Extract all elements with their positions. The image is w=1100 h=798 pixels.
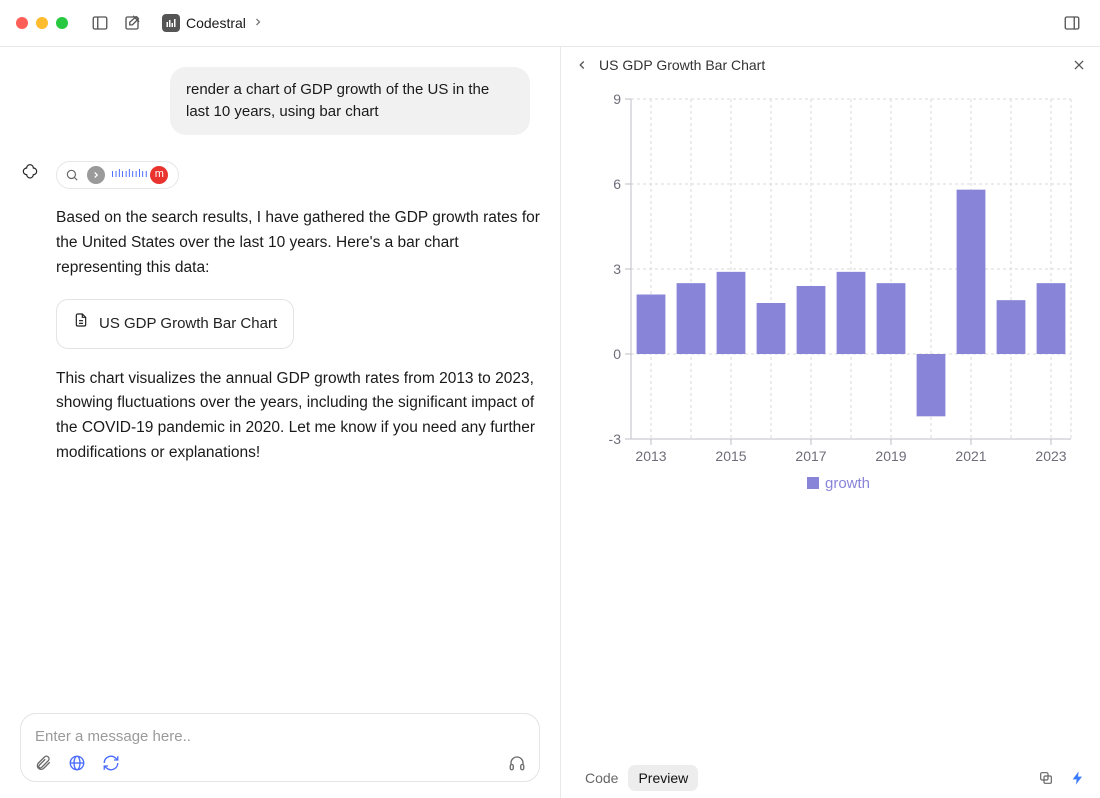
tool-letters: ıılıılıılıı bbox=[111, 166, 148, 184]
viewer-header: US GDP Growth Bar Chart bbox=[561, 47, 1100, 83]
composer bbox=[20, 713, 540, 782]
panel-toggle-icon[interactable] bbox=[1060, 11, 1084, 35]
tool-chip-row: ıılıılıılıı m bbox=[56, 161, 540, 191]
assistant-content: ıılıılıılıı m Based on the search result… bbox=[56, 161, 540, 484]
chat-pane: render a chart of GDP growth of the US i… bbox=[0, 47, 560, 798]
user-message: render a chart of GDP growth of the US i… bbox=[170, 67, 530, 135]
tab-preview[interactable]: Preview bbox=[628, 765, 698, 791]
globe-icon[interactable] bbox=[67, 753, 87, 773]
new-chat-icon[interactable] bbox=[120, 11, 144, 35]
viewer-title: US GDP Growth Bar Chart bbox=[599, 57, 765, 73]
svg-text:2023: 2023 bbox=[1035, 448, 1066, 464]
artifact-chip[interactable]: US GDP Growth Bar Chart bbox=[56, 299, 294, 349]
assistant-avatar-icon bbox=[20, 163, 42, 185]
headphones-icon[interactable] bbox=[507, 753, 527, 773]
model-logo-icon bbox=[162, 14, 180, 32]
tool-badge: m bbox=[150, 166, 168, 184]
close-window-button[interactable] bbox=[16, 17, 28, 29]
attachment-icon[interactable] bbox=[33, 753, 53, 773]
svg-text:-3: -3 bbox=[608, 431, 621, 447]
sidebar-toggle-icon[interactable] bbox=[88, 11, 112, 35]
viewer-body: -3 0 3 6 9 2013 2015 2017 2019 2021 2023 growth bbox=[561, 83, 1100, 758]
viewer-footer: Code Preview bbox=[561, 758, 1100, 798]
svg-text:2013: 2013 bbox=[635, 448, 666, 464]
message-input[interactable] bbox=[33, 722, 527, 751]
composer-wrap bbox=[0, 703, 560, 798]
artifact-viewer-pane: US GDP Growth Bar Chart -3 0 3 6 9 2013 2015 20… bbox=[560, 47, 1100, 798]
close-icon[interactable] bbox=[1072, 58, 1086, 72]
titlebar: Codestral bbox=[0, 0, 1100, 47]
svg-text:6: 6 bbox=[613, 176, 621, 192]
model-name: Codestral bbox=[186, 15, 246, 31]
document-icon bbox=[73, 312, 89, 336]
refresh-icon[interactable] bbox=[101, 753, 121, 773]
minimize-window-button[interactable] bbox=[36, 17, 48, 29]
chevron-right-icon bbox=[252, 15, 264, 31]
composer-toolbar bbox=[33, 753, 527, 773]
main-split: render a chart of GDP growth of the US i… bbox=[0, 47, 1100, 798]
chat-scroll[interactable]: render a chart of GDP growth of the US i… bbox=[0, 47, 560, 703]
tab-code[interactable]: Code bbox=[575, 765, 628, 791]
svg-text:9: 9 bbox=[613, 91, 621, 107]
arrow-circle-icon bbox=[87, 166, 105, 184]
svg-text:growth: growth bbox=[825, 475, 870, 492]
svg-text:2017: 2017 bbox=[795, 448, 826, 464]
svg-text:3: 3 bbox=[613, 261, 621, 277]
copy-icon[interactable] bbox=[1038, 770, 1054, 786]
search-icon bbox=[63, 166, 81, 184]
chart: -3 0 3 6 9 2013 2015 2017 2019 2021 2023 growth bbox=[581, 89, 1081, 512]
artifact-label: US GDP Growth Bar Chart bbox=[99, 312, 277, 336]
view-mode-toggle: Code Preview bbox=[575, 765, 698, 791]
svg-text:2015: 2015 bbox=[715, 448, 746, 464]
svg-text:2021: 2021 bbox=[955, 448, 986, 464]
user-message-row: render a chart of GDP growth of the US i… bbox=[20, 67, 540, 135]
assistant-paragraph-1: Based on the search results, I have gath… bbox=[56, 206, 540, 280]
assistant-paragraph-2: This chart visualizes the annual GDP gro… bbox=[56, 367, 540, 466]
svg-text:2019: 2019 bbox=[875, 448, 906, 464]
svg-text:0: 0 bbox=[613, 346, 621, 362]
window-controls bbox=[16, 17, 68, 29]
assistant-row: ıılıılıılıı m Based on the search result… bbox=[20, 161, 540, 484]
search-tool-chip[interactable]: ıılıılıılıı m bbox=[56, 161, 179, 189]
model-selector[interactable]: Codestral bbox=[158, 12, 268, 34]
fullscreen-window-button[interactable] bbox=[56, 17, 68, 29]
bolt-icon[interactable] bbox=[1070, 770, 1086, 786]
back-icon[interactable] bbox=[575, 58, 589, 72]
